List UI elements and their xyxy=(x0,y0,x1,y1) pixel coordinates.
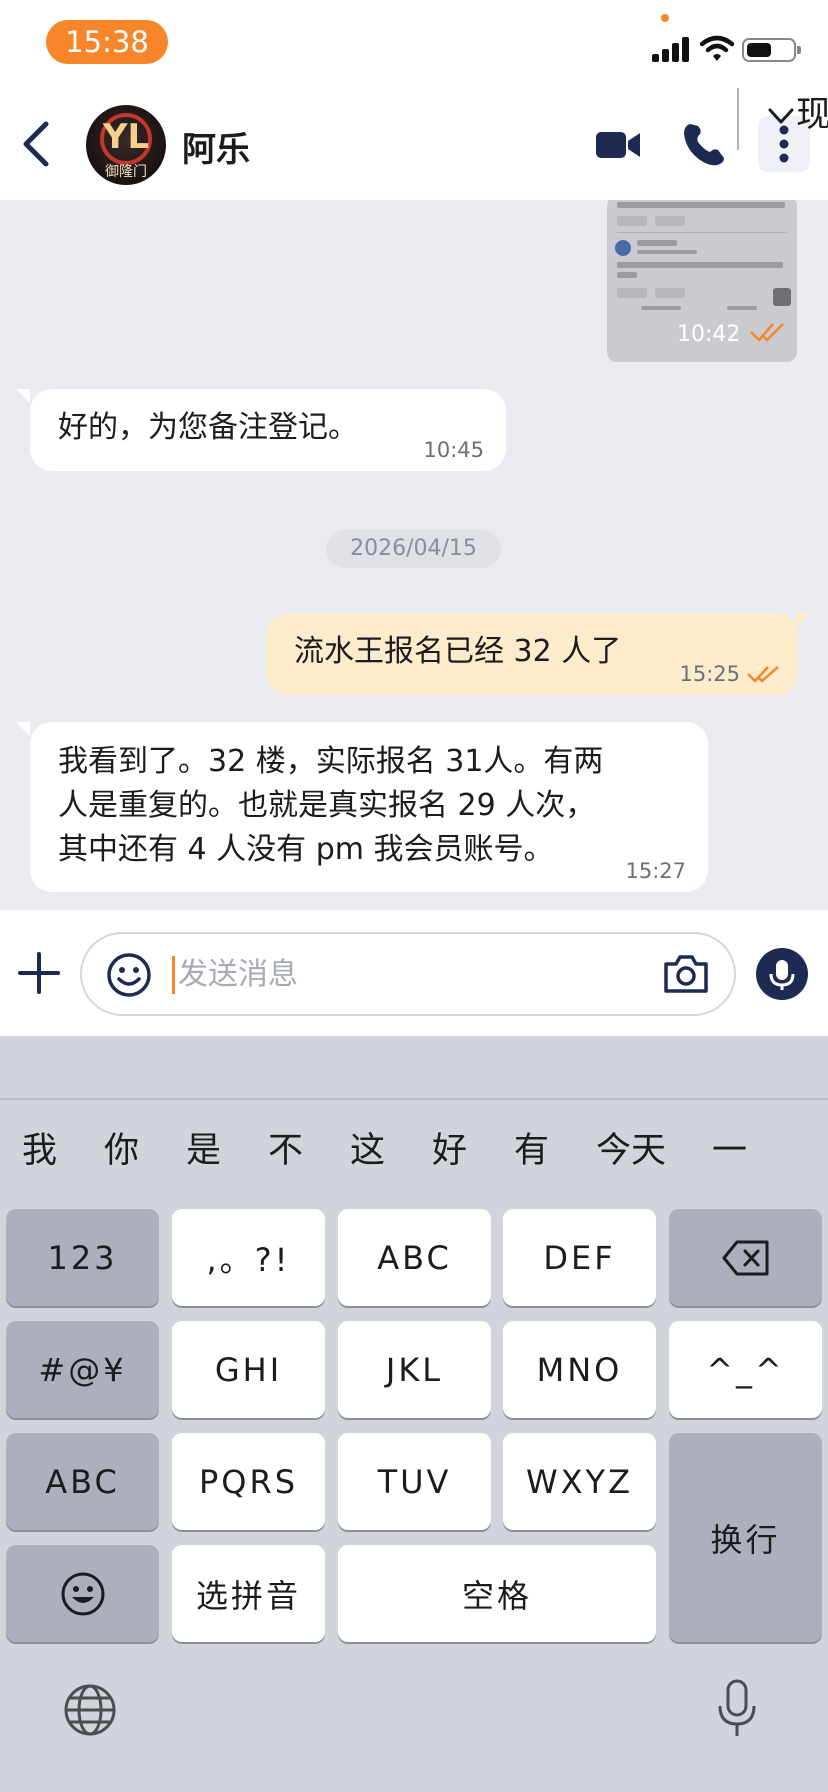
cellular-signal-icon xyxy=(652,36,692,62)
candidate-word[interactable]: 不 xyxy=(268,1122,303,1173)
privacy-indicator-dot xyxy=(661,14,669,22)
text-cursor xyxy=(172,956,175,994)
plus-icon[interactable] xyxy=(16,950,62,996)
key-def[interactable]: DEF xyxy=(503,1209,656,1306)
status-bar: 15:38 xyxy=(0,0,828,88)
camera-icon[interactable] xyxy=(662,952,710,996)
message-text-line: 人是重复的。也就是真实报名 29 人次， xyxy=(58,788,596,823)
globe-icon[interactable] xyxy=(62,1682,118,1738)
key-abc[interactable]: ABC xyxy=(338,1209,491,1306)
key-pqrs[interactable]: PQRS xyxy=(172,1433,325,1530)
contact-name[interactable]: 阿乐 xyxy=(182,122,250,171)
emoji-key[interactable] xyxy=(6,1545,159,1642)
chat-header: YL 御隆门 阿乐 xyxy=(0,88,828,200)
key-jkl[interactable]: JKL xyxy=(338,1321,491,1418)
read-receipt-icon xyxy=(750,323,784,342)
voice-message-button[interactable] xyxy=(756,948,808,1000)
candidate-word[interactable]: 今天 xyxy=(596,1122,666,1173)
delete-key[interactable] xyxy=(669,1209,822,1306)
thumbnail-upload-icon xyxy=(773,288,791,306)
key-mno[interactable]: MNO xyxy=(503,1321,656,1418)
microphone-icon xyxy=(769,960,795,990)
candidate-word[interactable]: 有 xyxy=(514,1122,549,1173)
key-123[interactable]: 123 xyxy=(6,1209,159,1306)
key-wxyz[interactable]: WXYZ xyxy=(503,1433,656,1530)
candidate-word[interactable]: 现 xyxy=(796,86,828,137)
message-input-bar xyxy=(0,910,828,1036)
emoji-icon[interactable] xyxy=(106,952,152,998)
backspace-icon xyxy=(722,1240,768,1275)
candidate-word[interactable]: 这 xyxy=(350,1122,385,1173)
key-abc-switch[interactable]: ABC xyxy=(6,1433,159,1530)
message-time: 10:45 xyxy=(423,438,484,462)
message-text: 好的，为您备注登记。 xyxy=(58,410,358,445)
date-separator: 2026/04/15 xyxy=(326,530,501,568)
phone-call-icon[interactable] xyxy=(676,116,732,172)
emoji-icon xyxy=(61,1572,104,1615)
thumbnail-avatar xyxy=(615,240,631,256)
message-text-line: 其中还有 4 人没有 pm 我会员账号。 xyxy=(58,832,554,867)
incoming-message[interactable]: 我看到了。32 楼，实际报名 31人。有两 人是重复的。也就是真实报名 29 人… xyxy=(30,722,708,892)
key-symbols[interactable]: #@¥ xyxy=(6,1321,159,1418)
space-key[interactable]: 空格 xyxy=(338,1545,656,1642)
video-call-icon[interactable] xyxy=(590,116,646,172)
message-time: 15:27 xyxy=(625,859,686,883)
key-ghi[interactable]: GHI xyxy=(172,1321,325,1418)
back-chevron-icon[interactable] xyxy=(14,116,64,172)
candidate-divider xyxy=(737,88,739,150)
message-time: 10:42 xyxy=(677,322,741,347)
chat-message-list[interactable]: 10:42 好的，为您备注登记。 10:45 2026/04/15 流水王报名已… xyxy=(0,200,828,910)
outgoing-message[interactable]: 流水王报名已经 32 人了 15:25 xyxy=(266,613,798,695)
message-text: 流水王报名已经 32 人了 xyxy=(294,634,622,669)
message-text-line: 我看到了。32 楼，实际报名 31人。有两 xyxy=(58,744,604,779)
bubble-tail xyxy=(16,389,30,403)
candidate-word[interactable]: 好 xyxy=(432,1122,467,1173)
return-key[interactable]: 换行 xyxy=(669,1433,822,1642)
incoming-message[interactable]: 好的，为您备注登记。 10:45 xyxy=(30,389,506,471)
candidate-word[interactable]: 是 xyxy=(186,1122,221,1173)
dictation-microphone-icon[interactable] xyxy=(716,1678,758,1740)
candidate-word[interactable]: 我 xyxy=(22,1122,57,1173)
key-punctuation[interactable]: ,。?! xyxy=(172,1209,325,1306)
message-field[interactable] xyxy=(80,932,736,1016)
candidate-bar: 我 你 是 不 这 好 有 今天 一 xyxy=(0,1100,828,1188)
key-emoticon[interactable]: ^_^ xyxy=(669,1321,822,1418)
bubble-tail xyxy=(16,722,30,736)
candidate-word[interactable]: 你 xyxy=(104,1122,139,1173)
wifi-icon xyxy=(700,35,734,61)
key-select-pinyin[interactable]: 选拼音 xyxy=(172,1545,325,1642)
key-tuv[interactable]: TUV xyxy=(338,1433,491,1530)
candidate-word[interactable]: 一 xyxy=(712,1122,747,1173)
contact-avatar[interactable]: YL 御隆门 xyxy=(86,105,166,185)
read-receipt-icon xyxy=(747,666,779,683)
bubble-tail xyxy=(796,613,810,627)
message-time: 15:25 xyxy=(679,662,740,686)
battery-icon xyxy=(742,38,801,62)
message-input[interactable] xyxy=(178,952,578,996)
status-time: 15:38 xyxy=(46,20,168,64)
chevron-down-icon[interactable] xyxy=(766,104,796,128)
image-message[interactable]: 10:42 xyxy=(607,200,797,362)
